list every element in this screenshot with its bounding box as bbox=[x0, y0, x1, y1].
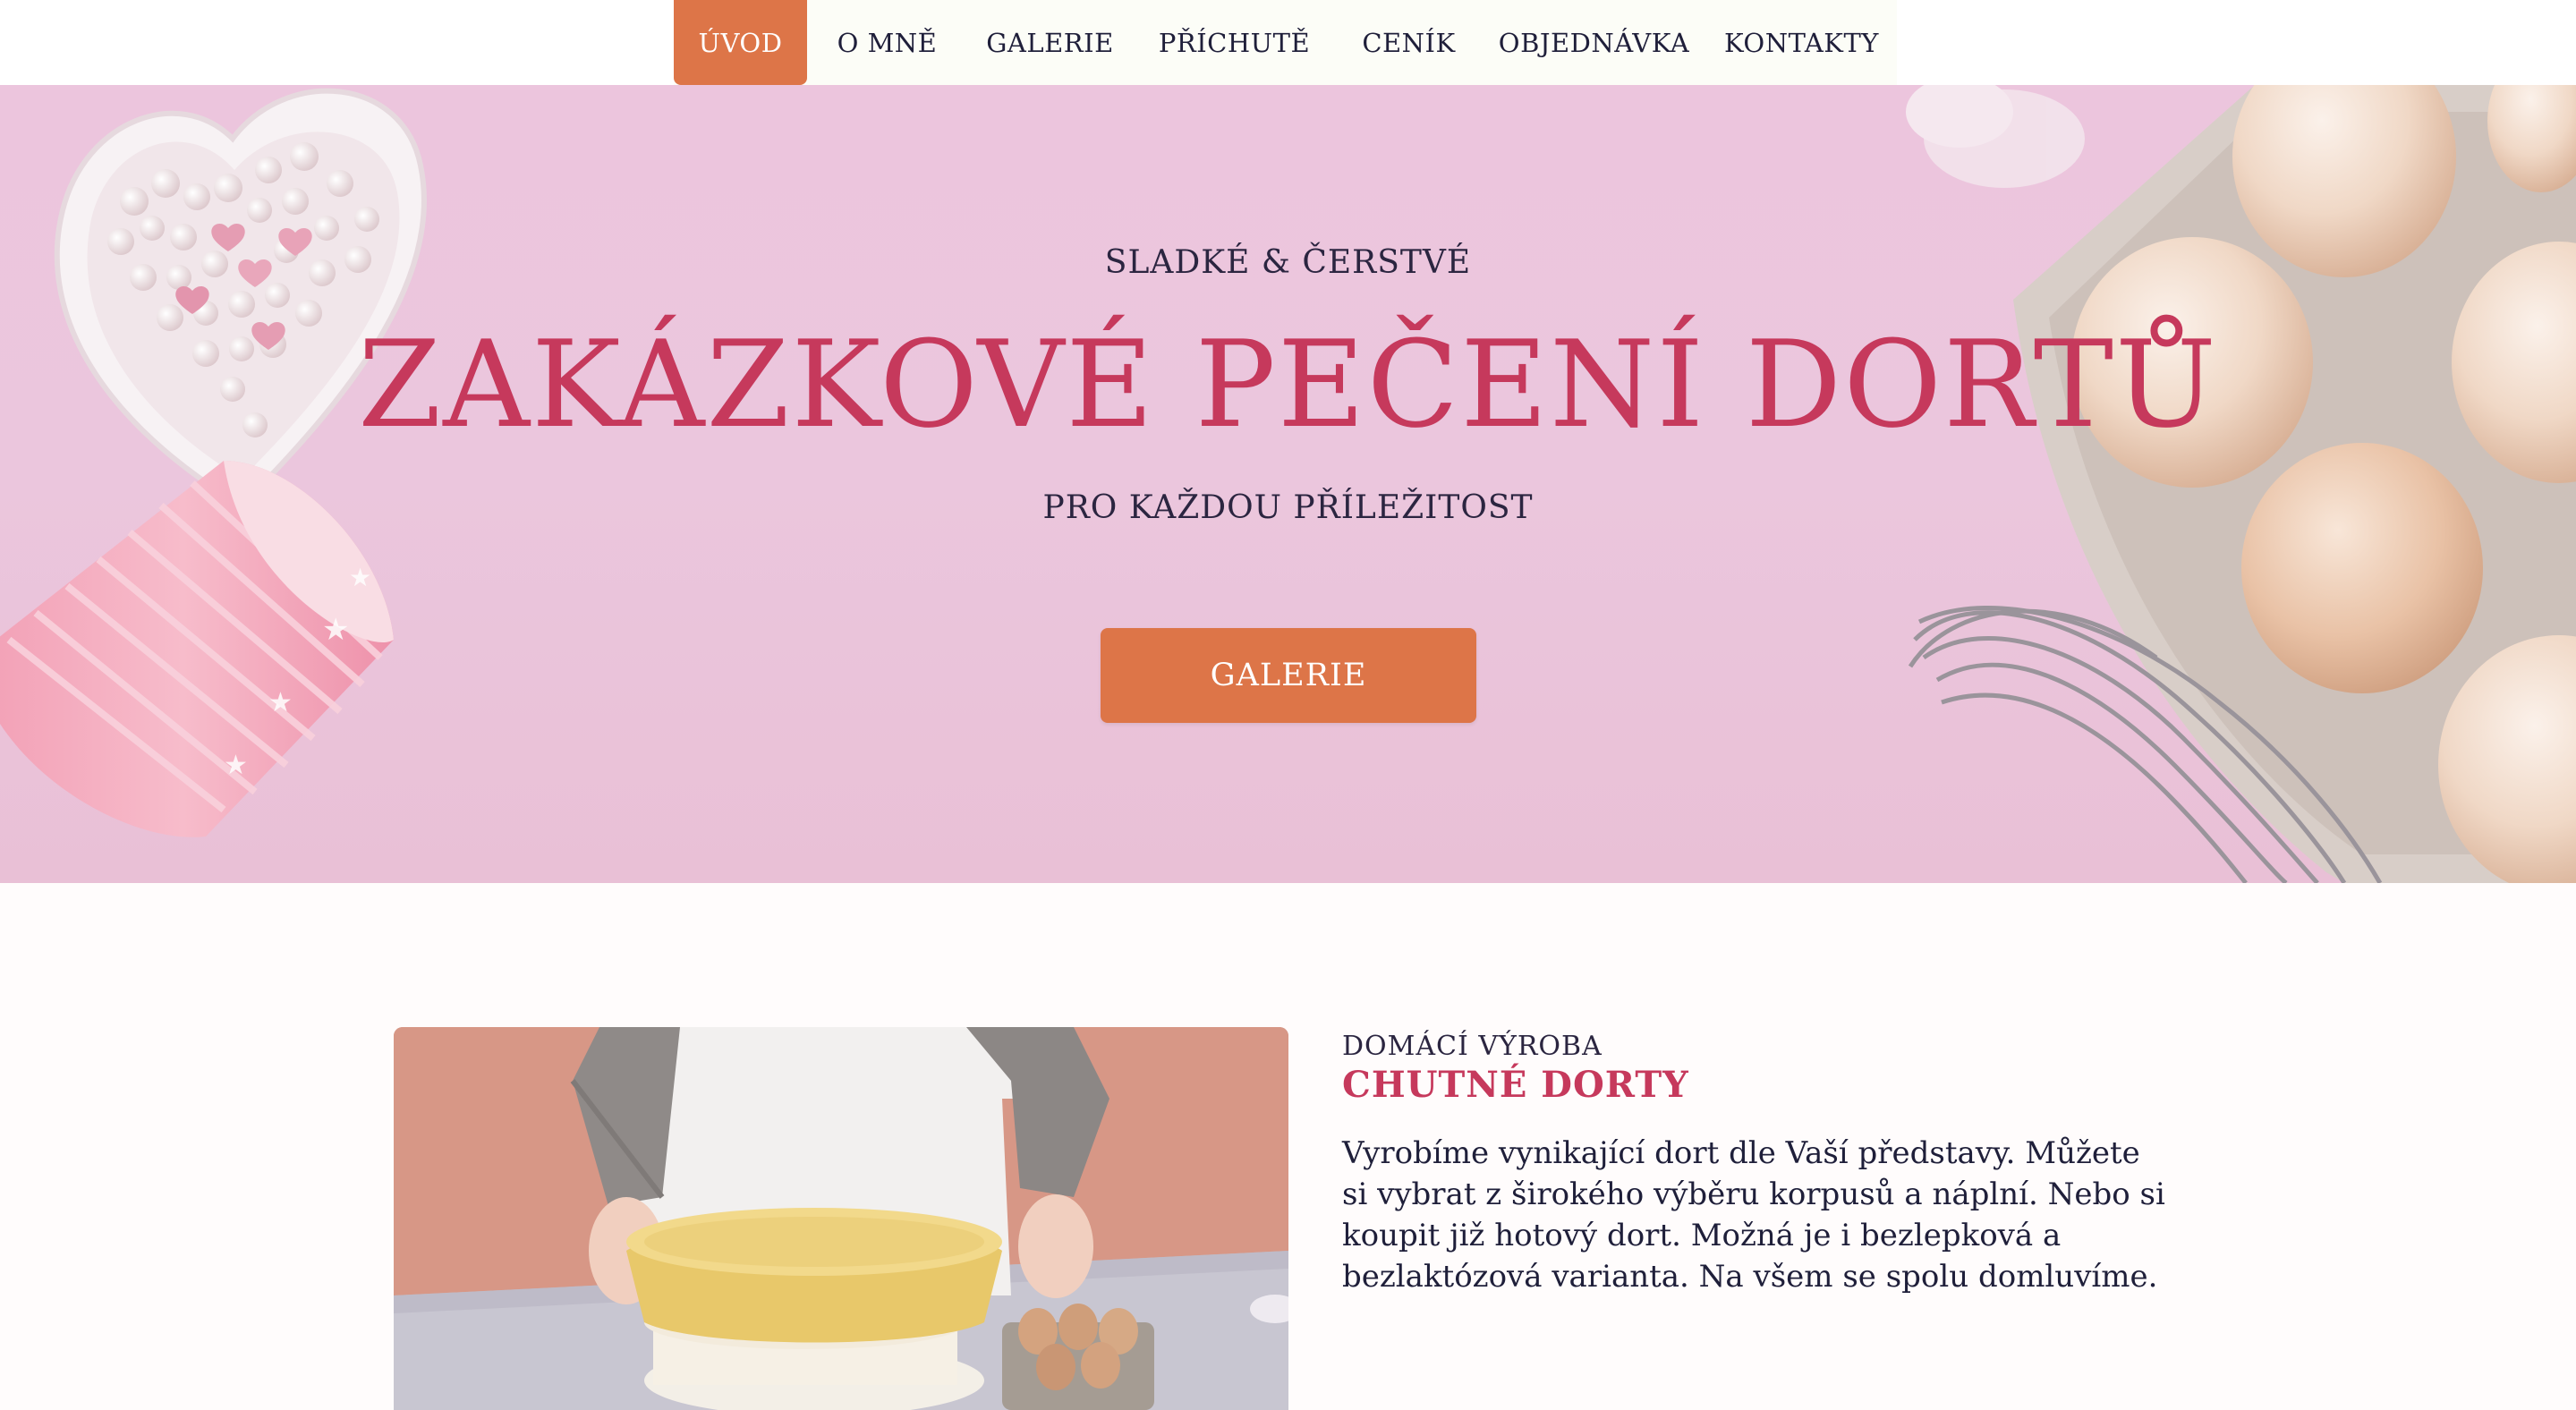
nav-item-prichute[interactable]: PŘÍCHUTĚ bbox=[1133, 0, 1336, 85]
nav-item-uvod[interactable]: ÚVOD bbox=[674, 0, 807, 85]
svg-text:★: ★ bbox=[224, 750, 248, 781]
section-kicker: DOMÁCÍ VÝROBA bbox=[1342, 1031, 1603, 1062]
intro-text-block: DOMÁCÍ VÝROBA CHUTNÉ DORTY Vyrobíme vyni… bbox=[1342, 1027, 2201, 1297]
baker-cake-photo bbox=[394, 1027, 1288, 1410]
section-title: CHUTNÉ DORTY bbox=[1342, 1064, 1689, 1106]
cake-photo-illustration bbox=[394, 1027, 1288, 1410]
hero-subtitle: SLADKÉ & ČERSTVÉ bbox=[1104, 244, 1472, 281]
gallery-button[interactable]: GALERIE bbox=[1101, 628, 1476, 723]
nav-item-objednavka[interactable]: OBJEDNÁVKA bbox=[1482, 0, 1706, 85]
section-body-text: Vyrobíme vynikající dort dle Vaší předst… bbox=[1342, 1135, 2165, 1295]
nav-item-cenik[interactable]: CENÍK bbox=[1336, 0, 1482, 85]
nav-item-o-mne[interactable]: O MNĚ bbox=[807, 0, 967, 85]
nav-item-kontakty[interactable]: KONTAKTY bbox=[1706, 0, 1897, 85]
hero-background-image: ★ ★ ★ ★ bbox=[0, 85, 2576, 883]
hero-tagline: PRO KAŽDOU PŘÍLEŽITOST bbox=[1042, 489, 1534, 526]
svg-text:★: ★ bbox=[322, 612, 349, 648]
feather-decoration bbox=[1906, 85, 2085, 188]
top-nav: ÚVOD O MNĚ GALERIE PŘÍCHUTĚ CENÍK OBJEDN… bbox=[0, 0, 2576, 85]
hero-section: ★ ★ ★ ★ SLADKÉ & ČERSTVÉ ZAKÁZKOVÉ PEČEN… bbox=[0, 85, 2576, 883]
nav-menu: ÚVOD O MNĚ GALERIE PŘÍCHUTĚ CENÍK OBJEDN… bbox=[674, 0, 1897, 85]
svg-text:★: ★ bbox=[268, 687, 293, 718]
svg-text:★: ★ bbox=[349, 563, 371, 592]
egg-carton-decoration bbox=[2013, 85, 2576, 883]
hero-title: ZAKÁZKOVÉ PEČENÍ DORTŮ bbox=[358, 315, 2218, 454]
nav-item-galerie[interactable]: GALERIE bbox=[967, 0, 1133, 85]
